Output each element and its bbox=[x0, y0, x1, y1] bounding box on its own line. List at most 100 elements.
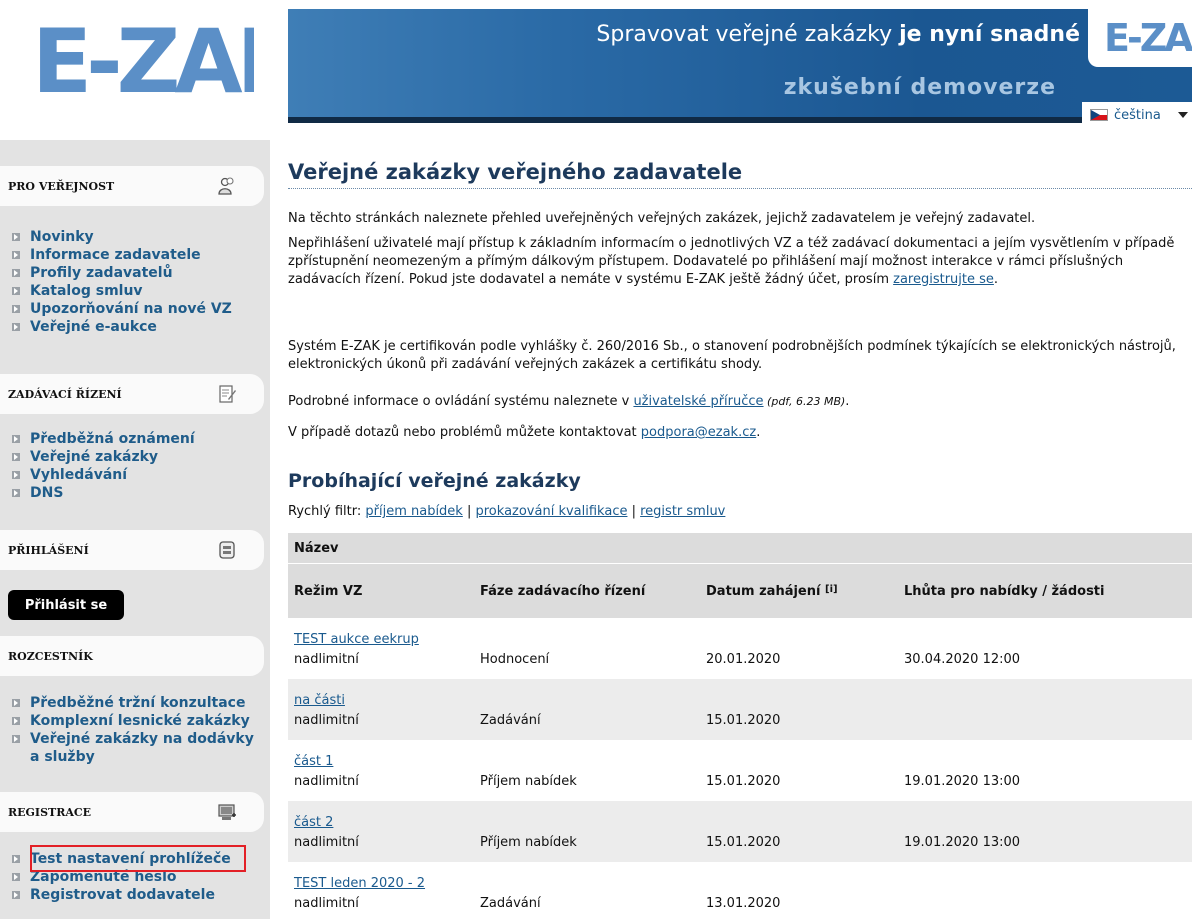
sidebar-item-informace-zadavatele[interactable]: Informace zadavatele bbox=[12, 246, 232, 264]
filter-registr-smluv[interactable]: registr smluv bbox=[640, 504, 725, 519]
intro-paragraph: Na těchto stránkách naleznete přehled uv… bbox=[288, 211, 1036, 226]
sidebar-item-dns[interactable]: DNS bbox=[12, 484, 195, 502]
cell-phase: Zadávání bbox=[480, 713, 541, 728]
bullet-icon bbox=[12, 471, 20, 479]
sidebar-item-dodavky-sluzby[interactable]: Veřejné zakázky na dodávky a služby bbox=[12, 730, 267, 766]
contract-link[interactable]: TEST aukce eekrup bbox=[294, 632, 419, 647]
user-manual-link[interactable]: uživatelské příručce bbox=[633, 394, 763, 409]
support-email-link[interactable]: podpora@ezak.cz bbox=[641, 425, 756, 440]
column-header-lhuta[interactable]: Lhůta pro nabídky / žádosti bbox=[904, 584, 1192, 599]
sidebar-link[interactable]: Zapomenuté heslo bbox=[30, 868, 177, 886]
sidebar-link[interactable]: Předběžné tržní konzultace bbox=[30, 694, 245, 712]
svg-text:E-ZAK: E-ZAK bbox=[1104, 19, 1192, 53]
bullet-icon bbox=[12, 891, 20, 899]
contract-link[interactable]: na části bbox=[294, 693, 345, 708]
sidebar-item-trzni-konzultace[interactable]: Předběžné tržní konzultace bbox=[12, 694, 267, 712]
sidebar-item-e-aukce[interactable]: Veřejné e-aukce bbox=[12, 318, 232, 336]
sidebar-link[interactable]: Předběžná oznámení bbox=[30, 430, 195, 448]
bullet-icon bbox=[12, 287, 20, 295]
page-title: Veřejné zakázky veřejného zadavatele bbox=[288, 160, 1192, 189]
column-header-datum[interactable]: Datum zahájení [i] bbox=[706, 584, 904, 599]
quick-filter: Rychlý filtr: příjem nabídek | prokazová… bbox=[288, 504, 725, 519]
sidebar-item-katalog-smluv[interactable]: Katalog smluv bbox=[12, 282, 232, 300]
filter-prokazovani-kvalifikace[interactable]: prokazování kvalifikace bbox=[476, 504, 628, 519]
contracts-table: Název Režim VZ Fáze zadávacího řízení Da… bbox=[288, 533, 1192, 923]
info-icon[interactable]: [i] bbox=[825, 584, 838, 595]
bullet-icon bbox=[12, 699, 20, 707]
chevron-down-icon bbox=[1178, 112, 1188, 118]
support-text: V případě dotazů nebo problémů můžete ko… bbox=[288, 425, 641, 440]
sidebar-link[interactable]: Test nastavení prohlížeče bbox=[30, 850, 231, 868]
cell-phase: Hodnocení bbox=[480, 652, 550, 667]
login-button[interactable]: Přihlásit se bbox=[8, 590, 124, 620]
bullet-icon bbox=[12, 873, 20, 881]
sidebar-item-lesnicke-zakazky[interactable]: Komplexní lesnické zakázky bbox=[12, 712, 267, 730]
sidebar-section-registrace: REGISTRACE bbox=[0, 792, 264, 832]
filter-prijem-nabidek[interactable]: příjem nabídek bbox=[365, 504, 462, 519]
table-row: TEST leden 2020 - 2 nadlimitní Zadávání 13… bbox=[288, 862, 1192, 923]
sidebar-link[interactable]: DNS bbox=[30, 484, 63, 502]
contract-link[interactable]: TEST leden 2020 - 2 bbox=[294, 876, 425, 891]
sidebar-section-zadavaci-rizeni: ZADÁVACÍ ŘÍZENÍ bbox=[0, 374, 264, 414]
sidebar-item-vyhledavani[interactable]: Vyhledávání bbox=[12, 466, 195, 484]
sidebar-item-upozornovani[interactable]: Upozorňování na nové VZ bbox=[12, 300, 232, 318]
cell-phase: Příjem nabídek bbox=[480, 774, 577, 789]
czech-flag-icon bbox=[1090, 109, 1108, 121]
sidebar-link[interactable]: Veřejné zakázky bbox=[30, 448, 158, 466]
sidebar-item-predbezna-oznameni[interactable]: Předběžná oznámení bbox=[12, 430, 195, 448]
table-row: na části nadlimitní Zadávání 15.01.2020 bbox=[288, 679, 1192, 740]
sidebar-link[interactable]: Katalog smluv bbox=[30, 282, 143, 300]
sidebar-item-registrovat-dodavatele[interactable]: Registrovat dodavatele bbox=[12, 886, 231, 904]
sidebar-link[interactable]: Veřejné zakázky na dodávky a služby bbox=[30, 730, 267, 766]
cell-mode: nadlimitní bbox=[294, 713, 359, 728]
contract-link[interactable]: část 2 bbox=[294, 815, 333, 830]
sidebar-link[interactable]: Komplexní lesnické zakázky bbox=[30, 712, 250, 730]
header-banner: Spravovat veřejné zakázky je nyní snadné… bbox=[288, 9, 1192, 128]
bullet-icon bbox=[12, 323, 20, 331]
bullet-icon bbox=[12, 251, 20, 259]
sidebar-link[interactable]: Novinky bbox=[30, 228, 94, 246]
support-text-end: . bbox=[756, 425, 761, 440]
ezak-logo[interactable]: E-ZAK bbox=[32, 18, 254, 98]
language-select[interactable]: čeština bbox=[1082, 102, 1192, 128]
contract-link[interactable]: část 1 bbox=[294, 754, 333, 769]
cell-deadline bbox=[904, 711, 1192, 731]
sidebar-item-novinky[interactable]: Novinky bbox=[12, 228, 232, 246]
cell-start: 15.01.2020 bbox=[706, 835, 781, 850]
logo-area: E-ZAK bbox=[0, 0, 288, 123]
sidebar-item-verejne-zakazky[interactable]: Veřejné zakázky bbox=[12, 448, 195, 466]
sidebar-link[interactable]: Veřejné e-aukce bbox=[30, 318, 157, 336]
tagline: Spravovat veřejné zakázky je nyní snadné bbox=[596, 22, 1080, 47]
sidebar-link[interactable]: Profily zadavatelů bbox=[30, 264, 173, 282]
column-header-rezim[interactable]: Režim VZ bbox=[288, 584, 480, 599]
register-link[interactable]: zaregistrujte se bbox=[893, 272, 994, 287]
bullet-icon bbox=[12, 269, 20, 277]
sidebar-item-zapomenute-heslo[interactable]: Zapomenuté heslo bbox=[12, 868, 231, 886]
section-title: Probíhající veřejné zakázky bbox=[288, 470, 581, 492]
sidebar-list-verejnost: Novinky Informace zadavatele Profily zad… bbox=[12, 228, 232, 336]
sidebar-item-profily-zadavatelu[interactable]: Profily zadavatelů bbox=[12, 264, 232, 282]
bullet-icon bbox=[12, 489, 20, 497]
support-paragraph: V případě dotazů nebo problémů můžete ko… bbox=[288, 424, 1188, 442]
sidebar-link[interactable]: Registrovat dodavatele bbox=[30, 886, 215, 904]
sidebar-section-title: ROZCESTNÍK bbox=[8, 649, 93, 663]
bullet-icon bbox=[12, 717, 20, 725]
access-text: Nepřihlášení uživatelé mají přístup k zá… bbox=[288, 236, 1175, 287]
svg-text:E-ZAK: E-ZAK bbox=[32, 18, 254, 98]
sidebar-item-test-prohlizece[interactable]: Test nastavení prohlížeče bbox=[12, 850, 231, 868]
manual-paragraph: Podrobné informace o ovládání systému na… bbox=[288, 393, 1188, 411]
cell-start: 15.01.2020 bbox=[706, 713, 781, 728]
sidebar-link[interactable]: Vyhledávání bbox=[30, 466, 127, 484]
sidebar-link[interactable]: Informace zadavatele bbox=[30, 246, 201, 264]
column-header-faze[interactable]: Fáze zadávacího řízení bbox=[480, 584, 706, 599]
ezak-mini-logo: E-ZAK bbox=[1104, 19, 1192, 53]
cell-deadline: 19.01.2020 13:00 bbox=[904, 774, 1021, 789]
cell-deadline: 30.04.2020 12:00 bbox=[904, 652, 1021, 667]
sidebar-section-rozcestnik: ROZCESTNÍK bbox=[0, 636, 264, 676]
cell-start: 15.01.2020 bbox=[706, 774, 781, 789]
certification-paragraph: Systém E-ZAK je certifikován podle vyhlá… bbox=[288, 339, 1176, 372]
sidebar-link[interactable]: Upozorňování na nové VZ bbox=[30, 300, 232, 318]
mini-logo-box: E-ZAK bbox=[1088, 9, 1192, 67]
sidebar-section-title: ZADÁVACÍ ŘÍZENÍ bbox=[8, 387, 122, 401]
demo-subtitle: zkušební demoverze bbox=[783, 75, 1056, 100]
